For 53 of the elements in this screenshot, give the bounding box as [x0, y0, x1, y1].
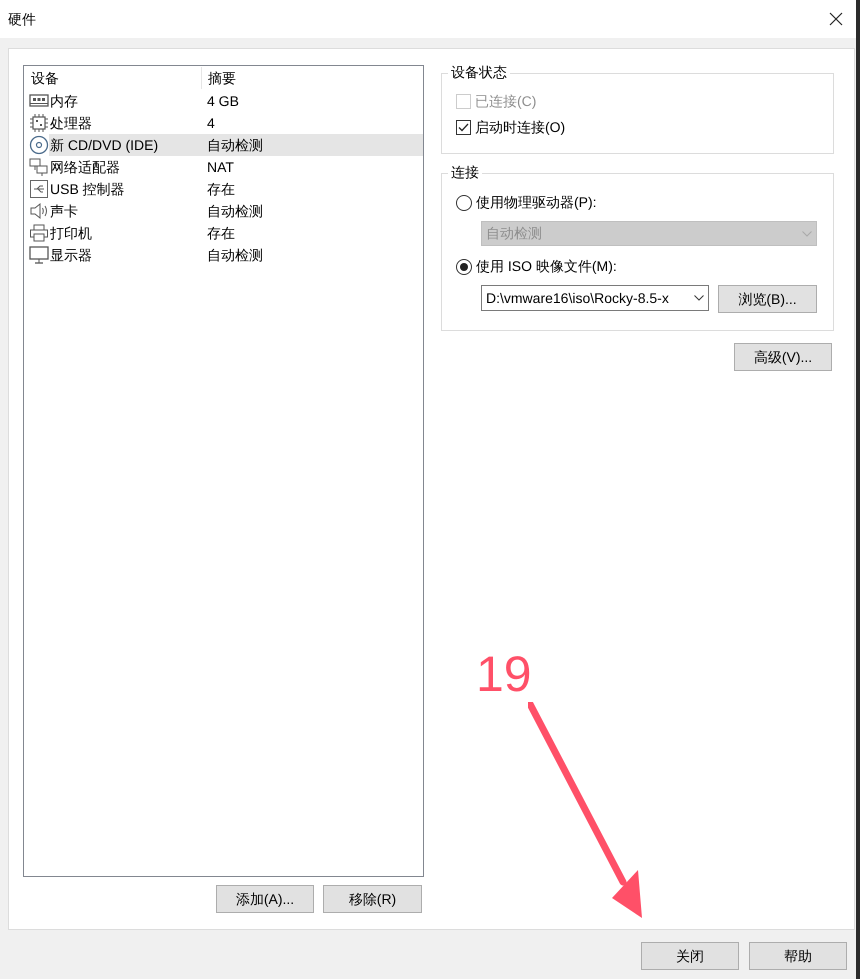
chevron-icon	[694, 295, 704, 301]
device-name: 网络适配器	[49, 158, 121, 176]
device-summary: 4 GB	[207, 92, 239, 110]
radio-label: 使用 ISO 映像文件(M):	[476, 257, 617, 276]
add-button[interactable]: 添加(A)...	[216, 885, 314, 913]
column-header[interactable]: 设备	[24, 67, 202, 89]
computers-icon	[29, 157, 49, 177]
device-row[interactable]: 显示器 自动检测	[49, 244, 423, 266]
remove-button[interactable]: 移除(R)	[323, 885, 422, 913]
processor-chip-icon	[29, 113, 49, 133]
device-row[interactable]: 声卡 自动检测	[49, 200, 423, 222]
device-row[interactable]: 内存 4 GB	[49, 90, 423, 112]
device-row[interactable]: 处理器 4	[49, 112, 423, 134]
device-name: 内存	[49, 92, 79, 110]
device-summary: 自动检测	[207, 202, 263, 220]
iso-path-combo[interactable]: D:\vmware16\iso\Rocky-8.5-x	[481, 285, 709, 311]
column-header[interactable]: 摘要	[202, 67, 423, 89]
device-summary: 4	[207, 114, 215, 132]
device-row[interactable]: 新 CD/DVD (IDE) 自动检测	[49, 134, 423, 156]
group-title: 设备状态	[448, 63, 510, 81]
radio-button[interactable]	[456, 194, 472, 210]
checkbox-label: 已连接(C)	[475, 92, 536, 111]
monitor-icon	[29, 245, 49, 265]
device-name: 处理器	[49, 114, 93, 132]
advanced-button[interactable]: 高级(V)...	[734, 343, 832, 371]
device-name: 新 CD/DVD (IDE)	[49, 136, 160, 155]
device-name: 显示器	[49, 246, 93, 264]
usb-symbol-icon	[29, 179, 49, 199]
annotation-number: 19	[476, 645, 532, 704]
group-title: 连接	[448, 163, 482, 181]
checkbox-label: 启动时连接(O)	[475, 118, 566, 137]
disc-icon	[29, 135, 49, 155]
device-name: 声卡	[49, 202, 79, 220]
checkbox[interactable]	[456, 120, 471, 135]
device-row[interactable]: 打印机 存在	[49, 222, 423, 244]
device-summary: 存在	[207, 224, 235, 242]
device-name: 打印机	[49, 224, 93, 242]
device-summary: NAT	[207, 158, 234, 176]
chevron-icon	[802, 230, 812, 236]
close-button[interactable]: 关闭	[641, 942, 739, 970]
window-title: 硬件	[8, 10, 36, 28]
browse-button[interactable]: 浏览(B)...	[718, 285, 817, 313]
device-row[interactable]: USB 控制器 存在	[49, 178, 423, 200]
device-summary: 自动检测	[207, 136, 263, 154]
device-name: USB 控制器	[49, 180, 126, 198]
radio-button[interactable]	[456, 258, 472, 274]
printer-icon	[29, 223, 49, 243]
device-row[interactable]: 网络适配器 NAT	[49, 156, 423, 178]
radio-label: 使用物理驱动器(P):	[476, 193, 597, 212]
speaker-icon	[29, 201, 49, 221]
device-summary: 存在	[207, 180, 235, 198]
help-button[interactable]: 帮助	[749, 942, 847, 970]
device-summary: 自动检测	[207, 246, 263, 264]
